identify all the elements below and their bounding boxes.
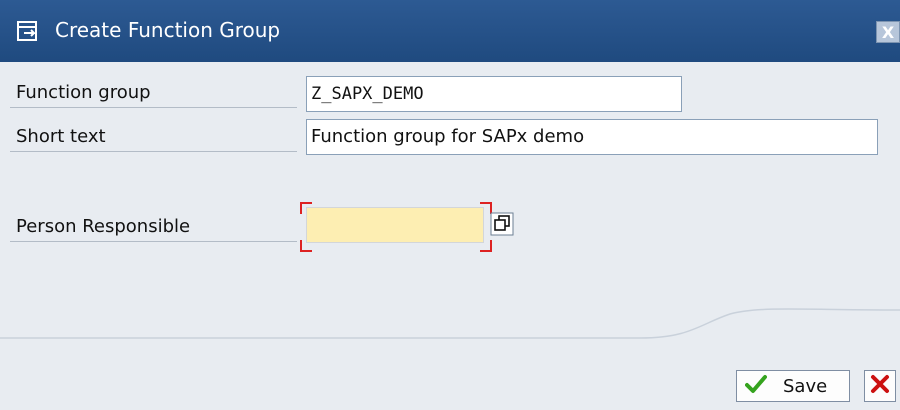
red-x-icon: [870, 374, 890, 399]
dialog-window: Create Function Group X Function group Z…: [0, 0, 900, 410]
green-check-icon: [745, 374, 767, 399]
person-responsible-label: Person Responsible: [10, 212, 297, 242]
short-text-label: Short text: [10, 122, 297, 152]
save-button[interactable]: Save: [736, 370, 850, 402]
dialog-title: Create Function Group: [55, 18, 281, 42]
function-group-field[interactable]: Z_SAPX_DEMO: [306, 76, 682, 112]
save-label: Save: [783, 375, 828, 397]
function-group-label: Function group: [10, 78, 297, 108]
required-marker-bottom-right: [480, 240, 492, 252]
possible-entries-icon[interactable]: [490, 212, 514, 236]
dialog-content: Function group Z_SAPX_DEMO Short text Fu…: [0, 62, 900, 410]
person-responsible-field[interactable]: [306, 207, 484, 243]
required-marker-top-left: [300, 202, 312, 214]
dialog-titlebar: Create Function Group X: [0, 0, 900, 62]
close-icon[interactable]: X: [876, 21, 900, 43]
required-marker-bottom-left: [300, 240, 312, 252]
cancel-button[interactable]: [864, 370, 896, 402]
short-text-field[interactable]: Function group for SAPx demo: [306, 119, 878, 155]
create-document-icon: [16, 19, 40, 43]
